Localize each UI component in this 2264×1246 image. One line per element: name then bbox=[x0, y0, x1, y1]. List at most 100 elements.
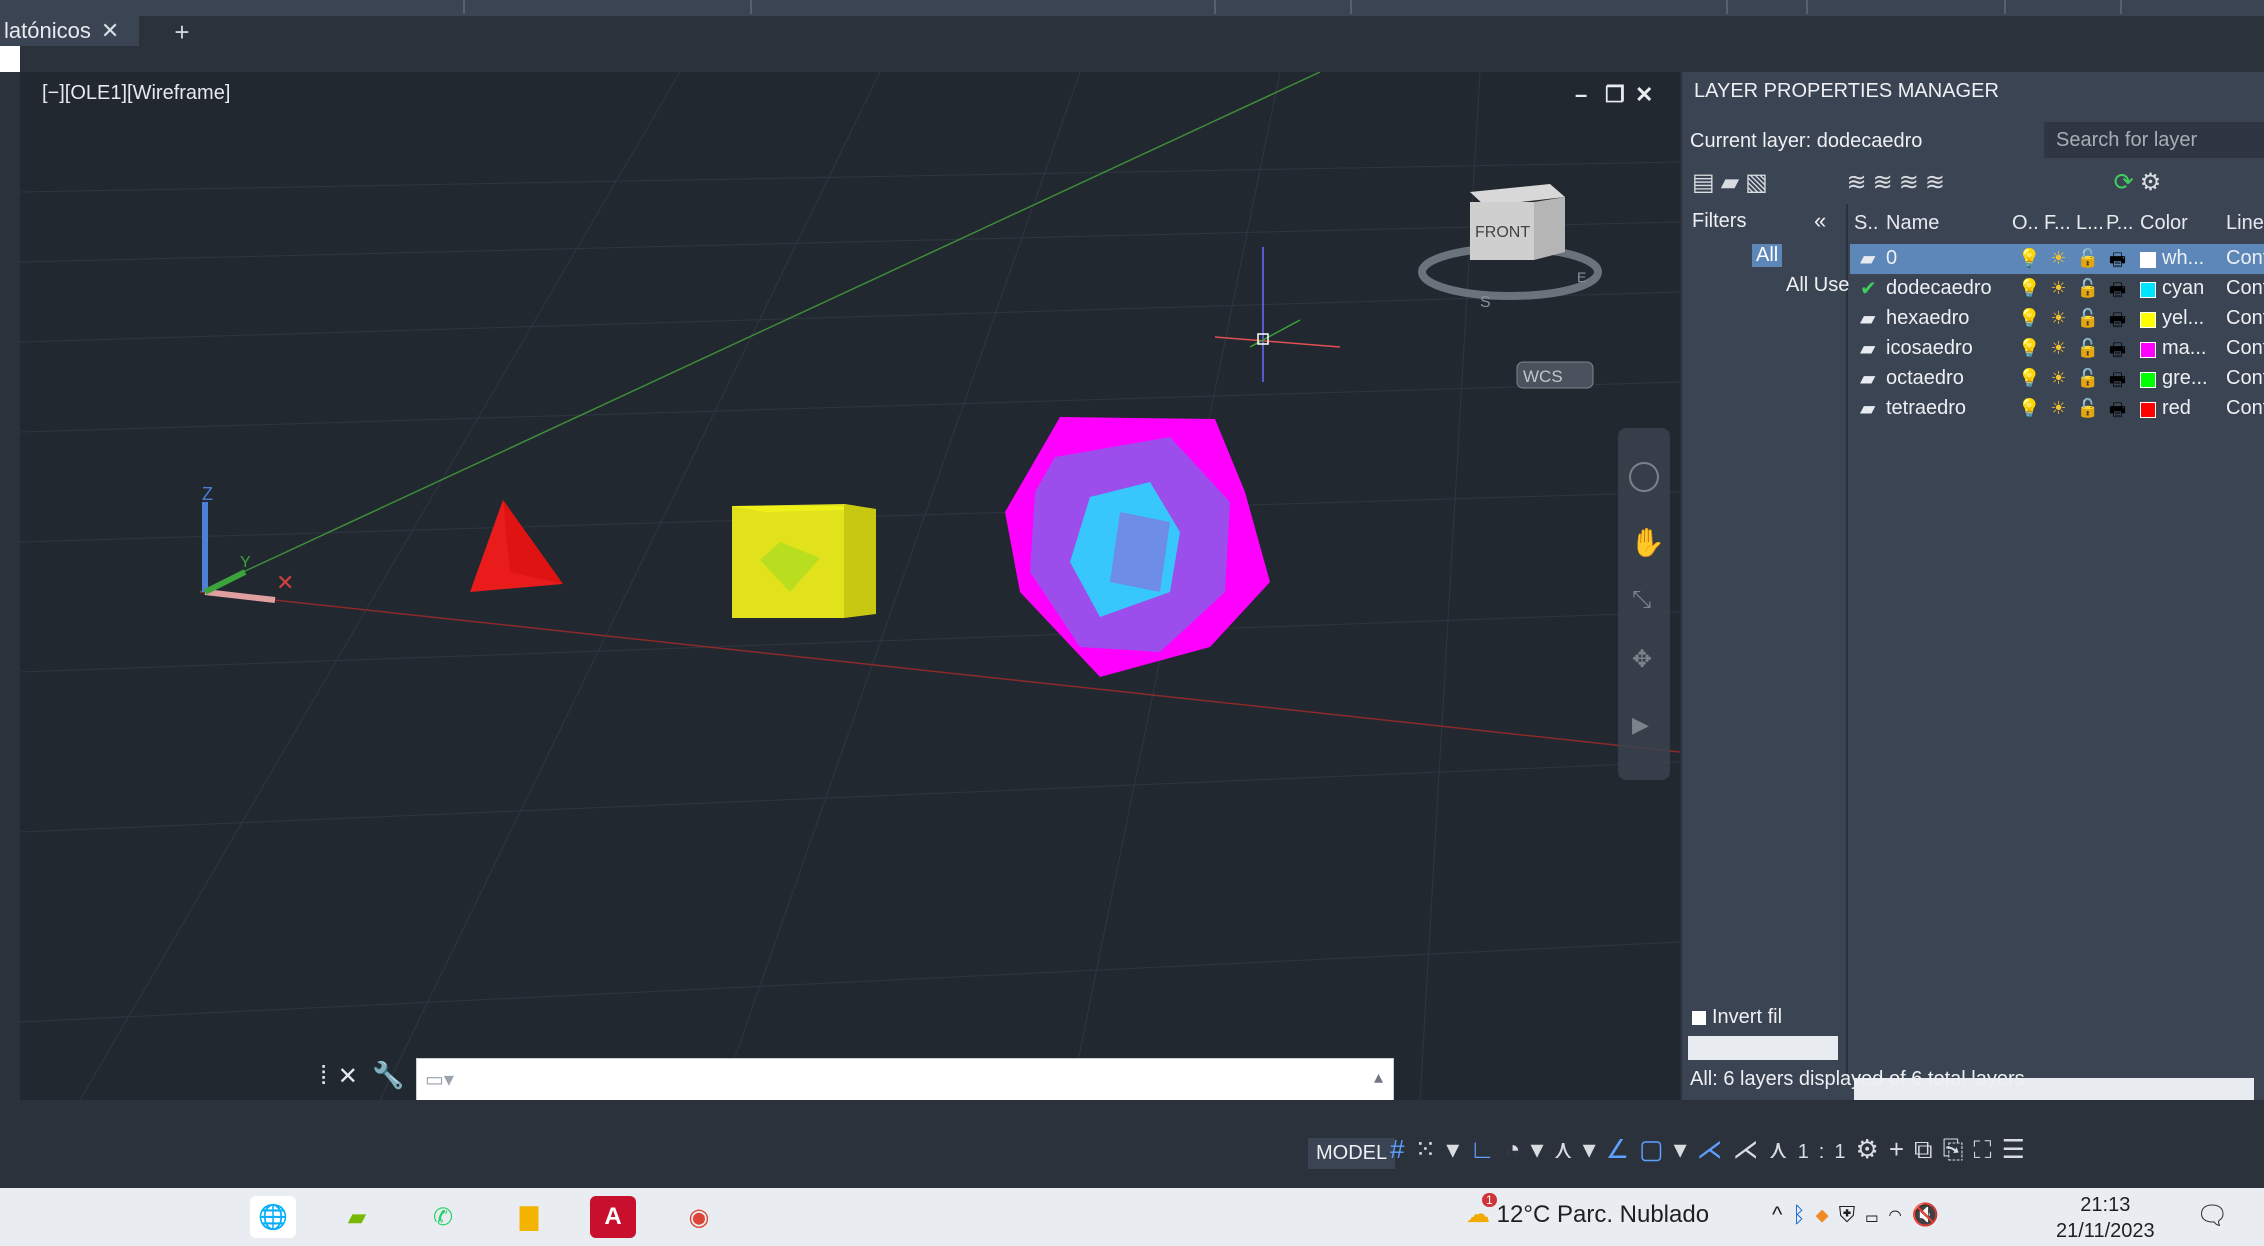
customize-wrench-icon[interactable]: 🔧 bbox=[372, 1060, 404, 1090]
document-tab[interactable]: latónicos ✕ bbox=[0, 16, 139, 46]
nvidia-icon[interactable]: ▰ bbox=[334, 1196, 380, 1238]
autocad-icon[interactable]: A bbox=[590, 1196, 636, 1238]
layer-row[interactable]: ▰ hexaedro 💡☀🔓🖶 yel... Cont bbox=[1850, 304, 2264, 334]
close-tab-icon[interactable]: ✕ bbox=[101, 18, 119, 43]
close-command-icon[interactable]: ✕ bbox=[338, 1063, 358, 1090]
layer-row[interactable]: ▰ icosaedro 💡☀🔓🖶 ma... Cont bbox=[1850, 334, 2264, 364]
show-hidden-icons-icon[interactable]: ^ bbox=[1772, 1202, 1792, 1227]
model-space-button[interactable]: MODEL bbox=[1308, 1138, 1396, 1169]
annotation-scale-icon[interactable]: ⋏ bbox=[1769, 1134, 1798, 1164]
bluetooth-icon[interactable]: ᛒ bbox=[1792, 1202, 1815, 1227]
column-linetype[interactable]: Linet bbox=[2226, 212, 2264, 235]
notifications-icon[interactable]: 🗨 bbox=[2196, 1200, 2229, 1231]
viewport-controls-label[interactable]: [−][OLE1][Wireframe] bbox=[42, 82, 230, 105]
layer-name[interactable]: tetraedro bbox=[1886, 397, 1966, 420]
annotation-visibility-icon[interactable]: ⋌ bbox=[1697, 1134, 1733, 1164]
customization-menu-icon[interactable]: ☰ bbox=[2002, 1134, 2035, 1164]
delete-layer-icon[interactable]: ≋ bbox=[1899, 169, 1925, 196]
filter-all-used[interactable]: All Use bbox=[1786, 274, 1849, 297]
linetype[interactable]: Cont bbox=[2226, 367, 2264, 390]
security-icon[interactable]: ⛨ bbox=[1839, 1202, 1866, 1227]
new-group-filter-icon[interactable]: ▰ bbox=[1721, 169, 1745, 196]
color-name[interactable]: red bbox=[2162, 397, 2191, 420]
new-layer-icon[interactable]: ≋ bbox=[1847, 169, 1873, 196]
layer-row[interactable]: ▰ tetraedro 💡 ☀ 🔓 🖶 red Cont bbox=[1850, 394, 2264, 424]
globe-app-icon[interactable]: 🌐 bbox=[250, 1196, 296, 1238]
layer-search-input[interactable]: Search for layer bbox=[2044, 122, 2264, 158]
filters-scrollbar[interactable] bbox=[1688, 1036, 1838, 1060]
layer-name[interactable]: dodecaedro bbox=[1886, 277, 1992, 300]
color-name[interactable]: cyan bbox=[2162, 277, 2204, 300]
settings-icon[interactable]: ⚙ bbox=[2140, 169, 2168, 196]
osnap-icon[interactable]: ▾ bbox=[1583, 1134, 1606, 1164]
command-prompt-icon[interactable]: ▭▾ bbox=[425, 1067, 454, 1092]
column-name[interactable]: Name bbox=[1886, 212, 1939, 235]
volume-muted-icon[interactable]: 🔇 bbox=[1912, 1202, 1949, 1227]
color-swatch[interactable] bbox=[2140, 252, 2156, 268]
viewport-restore-button[interactable]: ❐ bbox=[1605, 82, 1625, 108]
color-swatch[interactable] bbox=[2140, 312, 2156, 328]
color-swatch[interactable] bbox=[2140, 372, 2156, 388]
color-name[interactable]: ma... bbox=[2162, 337, 2206, 360]
collapse-filters-icon[interactable]: « bbox=[1814, 208, 1826, 234]
layer-states-icon[interactable]: ▧ bbox=[1745, 169, 1774, 196]
layer-name[interactable]: 0 bbox=[1886, 247, 1897, 270]
color-swatch[interactable] bbox=[2140, 282, 2156, 298]
lineweight-icon[interactable]: ∠ bbox=[1606, 1134, 1639, 1164]
color-name[interactable]: gre... bbox=[2162, 367, 2208, 390]
linetype[interactable]: Cont bbox=[2226, 307, 2264, 330]
linetype[interactable]: Cont bbox=[2226, 397, 2264, 420]
column-color[interactable]: Color bbox=[2140, 212, 2188, 235]
wifi-icon[interactable]: ◠ bbox=[1888, 1202, 1911, 1227]
new-property-filter-icon[interactable]: ▤ bbox=[1692, 169, 1721, 196]
avast-icon[interactable]: ◆ bbox=[1816, 1202, 1839, 1227]
command-input[interactable]: ▭▾ ▴ bbox=[416, 1058, 1394, 1102]
color-swatch[interactable] bbox=[2140, 402, 2156, 418]
column-status[interactable]: S.. bbox=[1854, 212, 1878, 235]
viewport-minimize-button[interactable]: – bbox=[1575, 82, 1587, 108]
workspace-switching-icon[interactable]: ⚙ bbox=[1856, 1134, 1889, 1164]
drawing-viewport[interactable]: Z Y ✕ FRONT S E WCS ✋ ⤡ ✥ ▶ [−][OLE1][Wi… bbox=[20, 72, 1680, 1100]
column-on[interactable]: O.. bbox=[2012, 212, 2039, 235]
layer-name[interactable]: icosaedro bbox=[1886, 337, 1973, 360]
layer-row[interactable]: ✔ dodecaedro 💡☀🔓🖶 cyan Cont bbox=[1850, 274, 2264, 304]
auto-scale-icon[interactable]: ⋌ bbox=[1733, 1134, 1769, 1164]
column-plot[interactable]: P... bbox=[2106, 212, 2133, 235]
polar-icon[interactable]: ◔ bbox=[1505, 1134, 1531, 1164]
viewport-close-button[interactable]: ✕ bbox=[1635, 82, 1653, 108]
linetype[interactable]: Cont bbox=[2226, 277, 2264, 300]
clock[interactable]: 21:13 21/11/2023 bbox=[2056, 1192, 2155, 1244]
layer-name[interactable]: octaedro bbox=[1886, 367, 1964, 390]
invert-filter-checkbox[interactable]: Invert fil bbox=[1692, 1006, 1782, 1029]
refresh-icon[interactable]: ⟳ bbox=[2114, 169, 2140, 196]
object-snap-tracking-icon[interactable]: ⋏ bbox=[1554, 1134, 1583, 1164]
linetype[interactable]: Cont bbox=[2226, 337, 2264, 360]
color-name[interactable]: yel... bbox=[2162, 307, 2204, 330]
grid-icon[interactable]: # bbox=[1390, 1134, 1414, 1164]
linetype[interactable]: Cont bbox=[2226, 247, 2264, 270]
set-current-icon[interactable]: ≋ bbox=[1925, 169, 1951, 196]
annotation-monitor-icon[interactable]: + bbox=[1889, 1134, 1914, 1164]
ortho-icon[interactable]: ∟ bbox=[1469, 1134, 1504, 1164]
layer-name[interactable]: hexaedro bbox=[1886, 307, 1969, 330]
isodraft-icon[interactable]: ▾ bbox=[1531, 1134, 1554, 1164]
clean-screen-icon[interactable]: ⛶ bbox=[1973, 1134, 2001, 1164]
layer-state-icons[interactable]: 💡 ☀ 🔓 🖶 bbox=[2018, 398, 2126, 428]
new-layer-vp-frozen-icon[interactable]: ≋ bbox=[1873, 169, 1899, 196]
layer-row[interactable]: ▰ octaedro 💡☀🔓🖶 gre... Cont bbox=[1850, 364, 2264, 394]
grip-icon[interactable]: ⁞ bbox=[320, 1060, 327, 1090]
column-lock[interactable]: L... bbox=[2076, 212, 2104, 235]
color-name[interactable]: wh... bbox=[2162, 247, 2204, 270]
checkbox-box[interactable] bbox=[1692, 1010, 1706, 1025]
whatsapp-icon[interactable]: ✆ bbox=[420, 1196, 466, 1238]
command-history-toggle-icon[interactable]: ▴ bbox=[1374, 1067, 1383, 1088]
units-icon[interactable]: ⧉ bbox=[1914, 1134, 1943, 1164]
transparency-icon[interactable]: ▢ bbox=[1639, 1134, 1674, 1164]
model-space-canvas[interactable]: Z Y ✕ FRONT S E WCS ✋ ⤡ ✥ ▶ bbox=[20, 72, 1680, 1100]
battery-icon[interactable]: ▭ bbox=[1865, 1202, 1888, 1227]
selection-cycling-icon[interactable]: ▾ bbox=[1674, 1134, 1697, 1164]
chrome-icon[interactable]: ◉ bbox=[676, 1196, 722, 1238]
new-tab-button[interactable]: + bbox=[160, 18, 204, 46]
color-swatch[interactable] bbox=[2140, 342, 2156, 358]
annotation-scale-value[interactable]: 1:1 bbox=[1798, 1141, 1856, 1163]
